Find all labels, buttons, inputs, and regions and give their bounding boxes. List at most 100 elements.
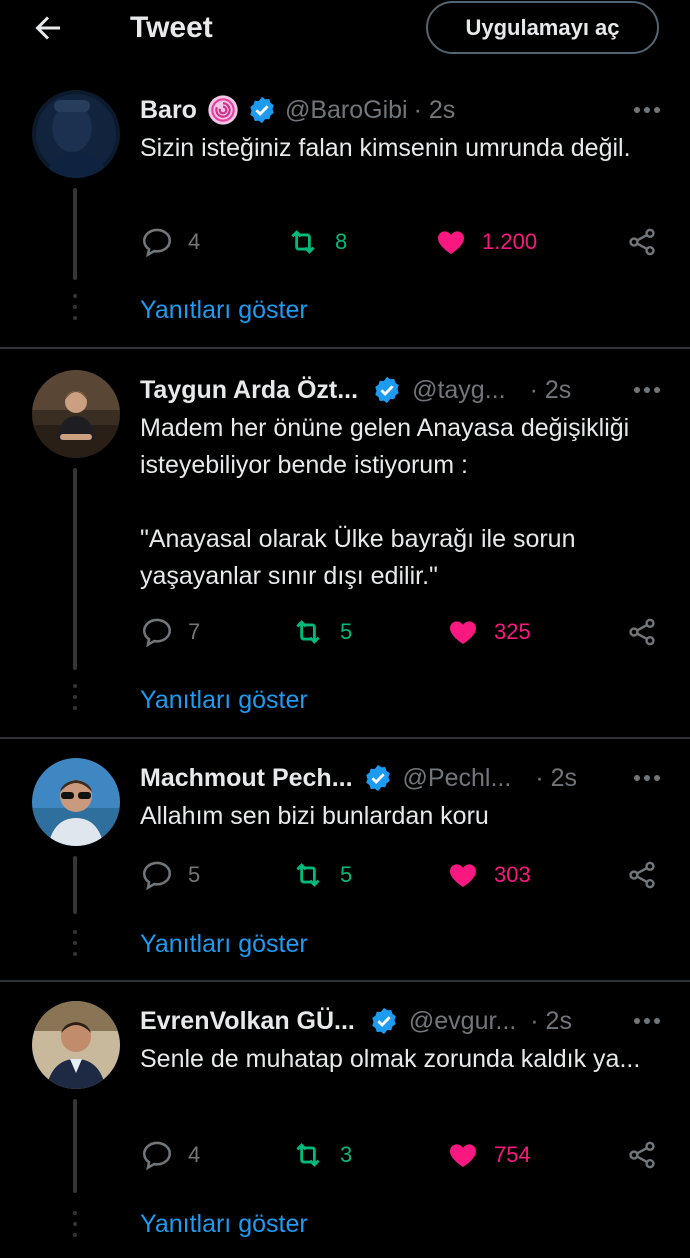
heart-icon xyxy=(438,231,464,254)
divider xyxy=(0,347,690,349)
verified-badge-icon xyxy=(250,96,274,124)
verified-badge-icon xyxy=(375,376,399,404)
timestamp: · 2s xyxy=(413,95,456,124)
user-handle: @tayg... xyxy=(412,375,506,404)
more-options-icon[interactable] xyxy=(632,1006,662,1036)
share-button[interactable] xyxy=(626,614,672,650)
reply-button[interactable]: 4 xyxy=(140,1137,200,1173)
reply-count: 5 xyxy=(188,862,201,887)
tweet-header: Baro @BaroGibi · 2s xyxy=(140,90,662,130)
reply-button[interactable]: 5 xyxy=(140,857,200,893)
verified-badge-icon xyxy=(372,1007,396,1035)
retweet-icon xyxy=(291,230,315,254)
user-handle: @Pechl... xyxy=(402,763,512,792)
avatar[interactable] xyxy=(32,370,120,458)
open-app-button[interactable]: Uygulamayı aç xyxy=(426,1,659,54)
more-options-icon[interactable] xyxy=(632,375,662,405)
thread-line xyxy=(73,856,77,914)
display-name[interactable]: Taygun Arda Özt... xyxy=(140,376,358,405)
retweet-count: 3 xyxy=(340,1142,353,1167)
page-title: Tweet xyxy=(130,11,213,44)
like-button[interactable]: 325 xyxy=(446,614,531,650)
more-options-icon[interactable] xyxy=(632,95,662,125)
timestamp: · 2s xyxy=(529,375,572,404)
top-bar: Tweet Uygulamayı aç xyxy=(0,0,690,56)
tweet-header: Taygun Arda Özt... @tayg... · 2s xyxy=(140,370,662,410)
retweet-icon xyxy=(296,1143,320,1167)
thread-line xyxy=(73,1099,77,1193)
reply-tweet[interactable]: EvrenVolkan GÜ... @evgur... · 2s Senle d… xyxy=(0,1001,690,1258)
display-name[interactable]: Baro xyxy=(140,96,197,125)
like-button[interactable]: 1.200 xyxy=(434,224,537,260)
retweet-icon xyxy=(296,620,320,644)
avatar[interactable] xyxy=(32,90,120,178)
heart-icon xyxy=(450,864,476,887)
thread-dots xyxy=(73,1211,77,1244)
tweet-header: Machmout Pech... @Pechl... · 2s xyxy=(140,758,662,798)
like-count: 1.200 xyxy=(482,229,538,254)
reply-tweet[interactable]: Baro @BaroGibi · 2s Sizin isteğiniz fala… xyxy=(0,90,690,345)
more-options-icon[interactable] xyxy=(632,763,662,793)
show-replies-link[interactable]: Yanıtları göster xyxy=(140,930,308,959)
divider xyxy=(0,980,690,982)
back-arrow-icon[interactable] xyxy=(30,10,66,46)
share-icon xyxy=(629,861,655,889)
share-icon xyxy=(629,1141,655,1169)
like-count: 303 xyxy=(494,862,531,887)
tweet-text: Madem her önüne gelen Anayasa değişikliğ… xyxy=(140,414,630,590)
thread-line xyxy=(73,188,77,280)
share-button[interactable] xyxy=(626,224,672,260)
share-button[interactable] xyxy=(626,857,672,893)
timestamp: · 2s xyxy=(530,1006,572,1035)
retweet-icon xyxy=(296,863,320,887)
retweet-button[interactable]: 8 xyxy=(285,224,347,260)
retweet-count: 5 xyxy=(340,619,353,644)
action-bar: 5 5 303 xyxy=(140,857,660,893)
heart-icon xyxy=(450,621,476,644)
reply-tweet[interactable]: Taygun Arda Özt... @tayg... · 2s Madem h… xyxy=(0,370,690,735)
reply-icon xyxy=(142,618,172,648)
divider xyxy=(0,737,690,739)
retweet-count: 5 xyxy=(340,862,353,887)
reply-icon xyxy=(142,1141,172,1171)
reply-count: 4 xyxy=(188,229,201,254)
like-count: 754 xyxy=(494,1142,531,1167)
tweet-text: Allahım sen bizi bunlardan koru xyxy=(140,802,489,830)
action-bar: 7 5 325 xyxy=(140,614,660,650)
user-handle: @BaroGibi xyxy=(284,95,408,124)
tweet-text: Senle de muhatap olmak zorunda kaldık ya… xyxy=(140,1045,641,1073)
reply-count: 4 xyxy=(188,1142,201,1167)
avatar[interactable] xyxy=(32,758,120,846)
reply-icon xyxy=(142,861,172,891)
display-name[interactable]: Machmout Pech... xyxy=(140,764,353,793)
action-bar: 4 8 1.200 xyxy=(140,224,660,260)
reply-button[interactable]: 4 xyxy=(140,224,200,260)
like-button[interactable]: 303 xyxy=(446,857,531,893)
retweet-button[interactable]: 5 xyxy=(290,614,352,650)
display-name[interactable]: EvrenVolkan GÜ... xyxy=(140,1007,355,1036)
verified-badge-icon xyxy=(365,764,390,792)
tweet-header: EvrenVolkan GÜ... @evgur... · 2s xyxy=(140,1001,662,1041)
thread-dots xyxy=(73,294,77,327)
like-button[interactable]: 754 xyxy=(446,1137,531,1173)
show-replies-link[interactable]: Yanıtları göster xyxy=(140,296,308,325)
show-replies-link[interactable]: Yanıtları göster xyxy=(140,1210,308,1239)
show-replies-link[interactable]: Yanıtları göster xyxy=(140,686,308,715)
share-button[interactable] xyxy=(626,1137,672,1173)
action-bar: 4 3 754 xyxy=(140,1137,660,1173)
reply-tweet[interactable]: Machmout Pech... @Pechl... · 2s Allahım … xyxy=(0,758,690,978)
thread-line xyxy=(73,468,77,670)
retweet-count: 8 xyxy=(335,229,348,254)
reply-button[interactable]: 7 xyxy=(140,614,200,650)
spiral-emblem-icon xyxy=(208,95,238,125)
retweet-button[interactable]: 3 xyxy=(290,1137,352,1173)
user-handle: @evgur... xyxy=(408,1006,517,1035)
heart-icon xyxy=(450,1144,476,1167)
avatar[interactable] xyxy=(32,1001,120,1089)
like-count: 325 xyxy=(494,619,531,644)
thread-dots xyxy=(73,930,77,963)
share-icon xyxy=(629,618,655,646)
retweet-button[interactable]: 5 xyxy=(290,857,352,893)
thread-dots xyxy=(73,684,77,717)
share-icon xyxy=(629,228,655,256)
